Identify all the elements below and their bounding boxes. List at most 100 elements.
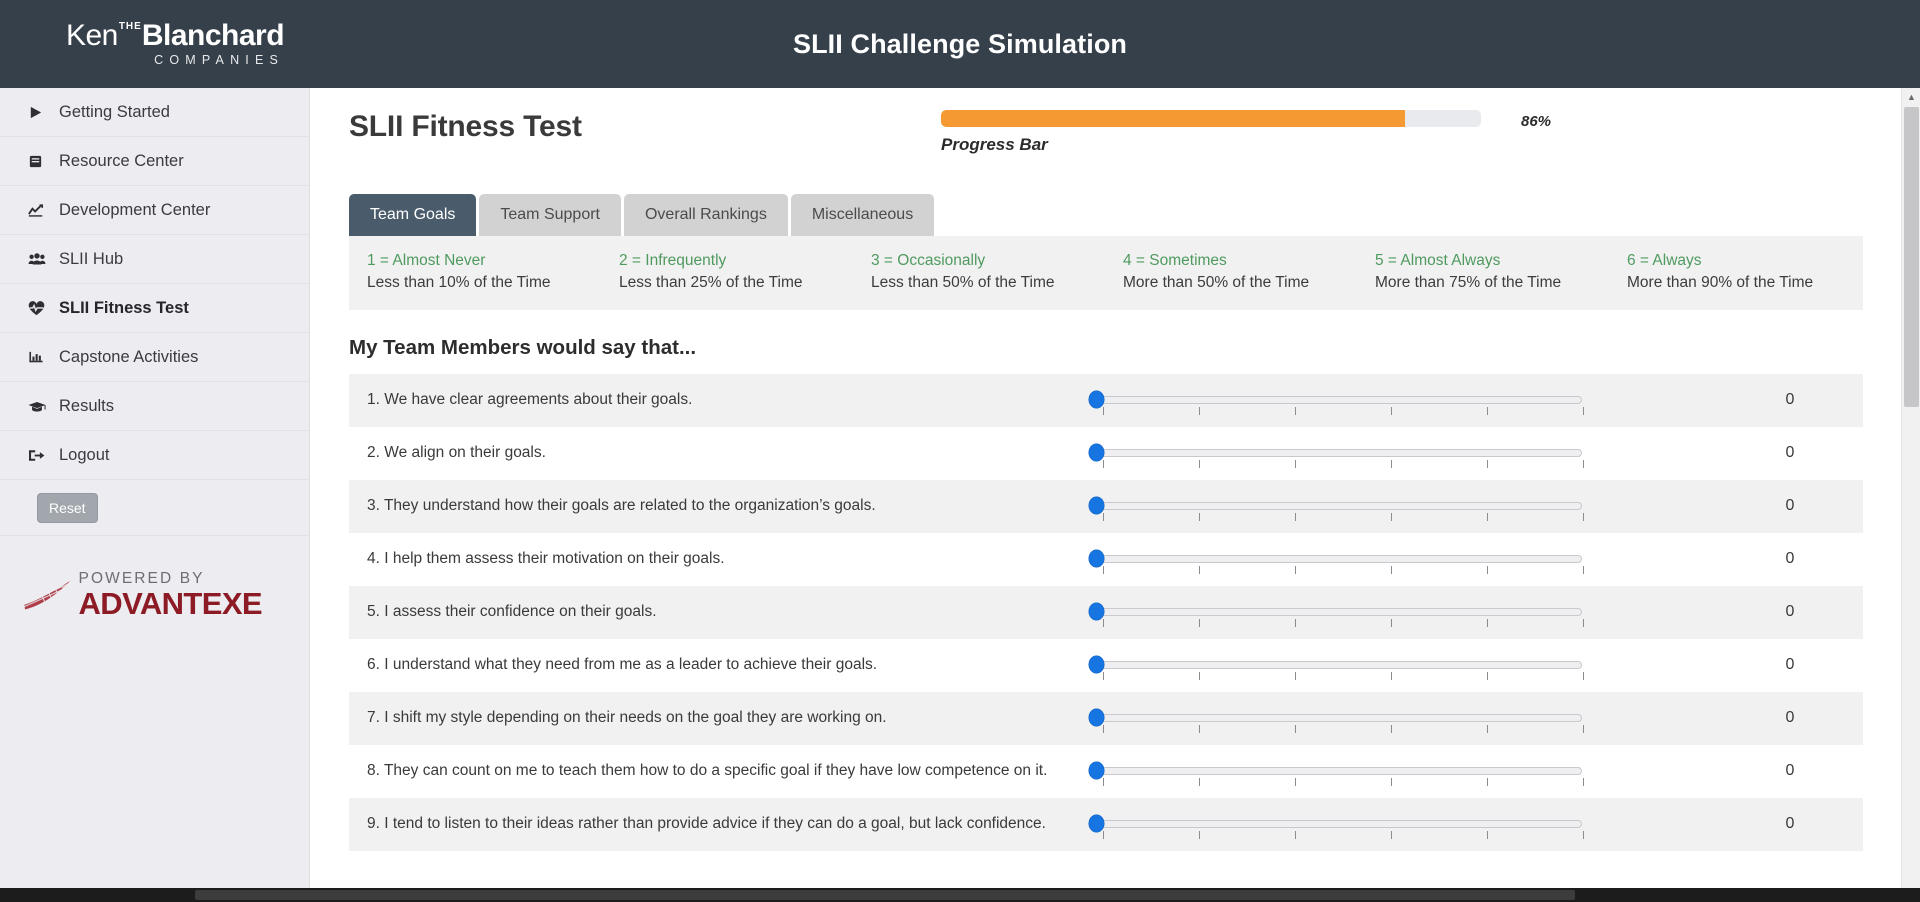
question-slider[interactable]	[1077, 754, 1717, 788]
slider-tick	[1103, 407, 1104, 416]
slider-thumb[interactable]	[1089, 656, 1104, 674]
slider-track[interactable]	[1095, 502, 1582, 511]
tab-bar: Team Goals Team Support Overall Rankings Mi…	[349, 194, 1901, 236]
sidebar-item-development-center[interactable]: Development Center	[0, 186, 309, 235]
tab-miscellaneous[interactable]: Miscellaneous	[790, 194, 935, 236]
question-text: 9. I tend to listen to their ideas rathe…	[367, 815, 1046, 833]
question-value: 0	[1785, 656, 1795, 674]
slider-tick	[1391, 778, 1392, 787]
question-slider[interactable]	[1077, 489, 1717, 523]
slider-track[interactable]	[1095, 449, 1582, 458]
slider-track[interactable]	[1095, 714, 1582, 723]
sidebar-item-getting-started[interactable]: Getting Started	[0, 88, 309, 137]
tab-overall-rankings[interactable]: Overall Rankings	[623, 194, 788, 236]
slider-track[interactable]	[1095, 767, 1582, 776]
tab-team-support[interactable]: Team Support	[479, 194, 621, 236]
question-slider[interactable]	[1077, 807, 1717, 841]
slider-track[interactable]	[1095, 820, 1582, 829]
logo-ken-text: Ken	[65, 19, 118, 53]
slider-tick	[1391, 566, 1392, 575]
scroll-up-arrow-icon[interactable]: ▲	[1902, 88, 1920, 107]
scale-description: More than 50% of the Time	[1123, 273, 1310, 291]
question-slider[interactable]	[1077, 436, 1717, 470]
sidebar-item-logout[interactable]: Logout	[0, 431, 309, 480]
scale-item-5: 5 = Almost Always More than 75% of the Ti…	[1359, 252, 1611, 292]
slider-thumb[interactable]	[1089, 391, 1104, 409]
question-value: 0	[1785, 391, 1795, 409]
sidebar-item-slii-fitness-test[interactable]: SLII Fitness Test	[0, 284, 309, 333]
slider-tick	[1487, 407, 1488, 416]
slider-tick	[1103, 778, 1104, 787]
users-icon	[28, 252, 49, 267]
tab-team-goals[interactable]: Team Goals	[349, 194, 477, 236]
slider-tick	[1103, 460, 1104, 469]
slider-tick	[1295, 513, 1296, 522]
question-slider[interactable]	[1077, 595, 1717, 629]
question-text: 7. I shift my style depending on their n…	[367, 709, 887, 727]
slider-tick	[1103, 619, 1104, 628]
question-slider[interactable]	[1077, 542, 1717, 576]
slider-ticks	[1095, 407, 1584, 416]
book-icon	[28, 154, 49, 169]
question-row: 4. I help them assess their motivation o…	[349, 533, 1863, 586]
sidebar-item-slii-hub[interactable]: SLII Hub	[0, 235, 309, 284]
play-icon	[28, 105, 49, 120]
reset-button[interactable]: Reset	[37, 492, 98, 523]
slider-thumb[interactable]	[1089, 603, 1104, 621]
logo-blanchard-text: Blanchard	[141, 19, 285, 53]
slider-tick	[1103, 725, 1104, 734]
question-row: 1. We have clear agreements about their …	[349, 373, 1863, 427]
slider-thumb[interactable]	[1089, 550, 1104, 568]
slider-track[interactable]	[1095, 608, 1582, 617]
advantexe-swoosh-icon	[23, 571, 72, 610]
slider-tick	[1583, 407, 1584, 416]
slider-track[interactable]	[1095, 661, 1582, 670]
slider-tick	[1583, 566, 1584, 575]
question-value: 0	[1785, 762, 1795, 780]
slider-tick	[1295, 566, 1296, 575]
slider-tick	[1487, 460, 1488, 469]
question-row: 3. They understand how their goals are r…	[349, 479, 1863, 533]
slider-track[interactable]	[1095, 555, 1582, 564]
sidebar-item-label: Capstone Activities	[59, 347, 199, 366]
slider-tick	[1199, 407, 1200, 416]
question-row: 6. I understand what they need from me a…	[349, 639, 1863, 692]
question-value: 0	[1785, 709, 1795, 727]
heartbeat-icon	[28, 300, 49, 316]
scale-item-3: 3 = Occasionally Less than 50% of the Tim…	[855, 252, 1107, 292]
slider-track[interactable]	[1095, 396, 1582, 405]
progress-percent-value: 86%	[1521, 113, 1552, 130]
slider-thumb[interactable]	[1089, 762, 1104, 780]
slider-thumb[interactable]	[1089, 444, 1104, 462]
sidebar-item-resource-center[interactable]: Resource Center	[0, 137, 309, 186]
main-content: SLII Fitness Test Progress Bar 86% Team …	[311, 88, 1901, 902]
vertical-scrollbar-thumb[interactable]	[1904, 107, 1919, 407]
slider-thumb[interactable]	[1089, 497, 1104, 515]
brand-logo[interactable]: Ken THE Blanchard COMPANIES	[0, 0, 310, 88]
horizontal-scrollbar-thumb[interactable]	[195, 890, 1575, 900]
sidebar-item-results[interactable]: Results	[0, 382, 309, 431]
sidebar-item-label: Resource Center	[59, 151, 184, 170]
slider-tick	[1199, 725, 1200, 734]
slider-tick	[1391, 672, 1392, 681]
sidebar-item-label: Getting Started	[59, 102, 170, 121]
slider-tick	[1391, 513, 1392, 522]
scale-key: 5 = Almost Always	[1375, 251, 1501, 269]
question-slider[interactable]	[1077, 383, 1717, 417]
slider-tick	[1295, 672, 1296, 681]
sidebar-item-capstone-activities[interactable]: Capstone Activities	[0, 333, 309, 382]
horizontal-scrollbar[interactable]	[0, 888, 1920, 902]
slider-thumb[interactable]	[1089, 815, 1104, 833]
question-slider[interactable]	[1077, 648, 1717, 682]
section-heading: My Team Members would say that...	[349, 335, 697, 359]
top-header-bar: Ken THE Blanchard COMPANIES SLII Challenge…	[0, 0, 1920, 88]
vertical-scrollbar[interactable]: ▲ ▼	[1901, 88, 1920, 902]
slider-tick	[1199, 778, 1200, 787]
slider-tick	[1295, 407, 1296, 416]
slider-tick	[1487, 778, 1488, 787]
slider-thumb[interactable]	[1089, 709, 1104, 727]
graduation-cap-icon	[28, 399, 49, 414]
question-slider[interactable]	[1077, 701, 1717, 735]
slider-tick	[1487, 513, 1488, 522]
slider-tick	[1583, 672, 1584, 681]
